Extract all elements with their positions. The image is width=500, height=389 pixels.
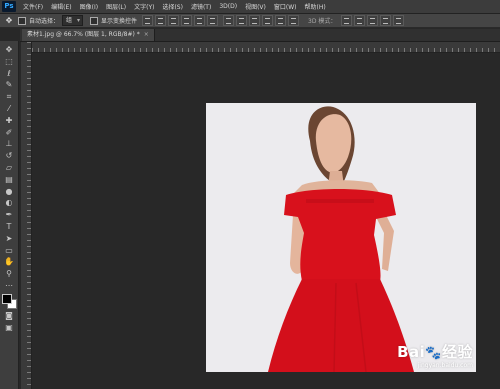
- distribute-hcenter-icon[interactable]: [275, 15, 287, 26]
- auto-select-checkbox[interactable]: [18, 16, 26, 25]
- quick-mask-icon[interactable]: ◙: [3, 310, 16, 321]
- tools-panel: ✥ ⬚ ℓ ✎ ⌗ ⁄ ✚ ✐ ⊥ ↺ ▱ ▤ ● ◐ ✒ T ➤ ▭ ✋ ⚲ …: [0, 41, 19, 389]
- marquee-icon[interactable]: ⬚: [3, 56, 16, 67]
- baidu-jingyan-logo: Bai🐾经验: [397, 343, 473, 361]
- blur-icon[interactable]: ●: [3, 186, 16, 197]
- hand-icon[interactable]: ✋: [3, 256, 16, 267]
- menu-3d[interactable]: 3D(D): [215, 3, 241, 10]
- healing-icon[interactable]: ✚: [3, 115, 16, 126]
- 3d-mode-label: 3D 模式：: [308, 18, 337, 25]
- brush-icon[interactable]: ✐: [3, 127, 16, 138]
- distribute-right-icon[interactable]: [288, 15, 300, 26]
- 3d-drag-icon[interactable]: [367, 15, 379, 26]
- move-icon[interactable]: ✥: [3, 16, 15, 26]
- menu-filter[interactable]: 滤镜(T): [187, 2, 215, 11]
- dodge-icon[interactable]: ◐: [3, 197, 16, 208]
- menu-type[interactable]: 文字(Y): [130, 2, 158, 11]
- model-photo: [206, 103, 476, 372]
- align-buttons: [142, 15, 300, 26]
- menu-help[interactable]: 帮助(H): [301, 2, 330, 11]
- more-tools-icon[interactable]: ⋯: [3, 280, 16, 291]
- photoshop-logo: Ps: [2, 1, 16, 12]
- vertical-ruler[interactable]: [21, 42, 32, 389]
- 3d-rotate-icon[interactable]: [341, 15, 353, 26]
- foreground-color-swatch[interactable]: [2, 293, 12, 304]
- menu-view[interactable]: 视图(V): [241, 2, 270, 11]
- align-left-icon[interactable]: [181, 15, 193, 26]
- baidu-watermark: Bai🐾经验 jingyan.baidu.com: [397, 341, 473, 369]
- document-image[interactable]: Bai🐾经验 jingyan.baidu.com: [206, 103, 476, 372]
- align-bottom-icon[interactable]: [168, 15, 180, 26]
- distribute-top-icon[interactable]: [223, 15, 235, 26]
- eraser-icon[interactable]: ▱: [3, 162, 16, 173]
- align-top-icon[interactable]: [142, 15, 154, 26]
- align-right-icon[interactable]: [207, 15, 219, 26]
- document-tab-bar: 素材1.jpg @ 66.7% (图层 1, RGB/8#) * ×: [20, 29, 500, 42]
- clone-stamp-icon[interactable]: ⊥: [3, 138, 16, 149]
- color-swatches[interactable]: [2, 293, 17, 309]
- lasso-icon[interactable]: ℓ: [3, 68, 16, 79]
- 3d-slide-icon[interactable]: [380, 15, 392, 26]
- distribute-left-icon[interactable]: [262, 15, 274, 26]
- align-vcenter-icon[interactable]: [155, 15, 167, 26]
- type-icon[interactable]: T: [3, 221, 16, 232]
- move-icon[interactable]: ✥: [3, 44, 16, 55]
- 3d-scale-icon[interactable]: [393, 15, 405, 26]
- quick-select-icon[interactable]: ✎: [3, 79, 16, 90]
- shape-icon[interactable]: ▭: [3, 245, 16, 256]
- history-brush-icon[interactable]: ↺: [3, 150, 16, 161]
- align-hcenter-icon[interactable]: [194, 15, 206, 26]
- 3d-roll-icon[interactable]: [354, 15, 366, 26]
- zoom-icon[interactable]: ⚲: [3, 268, 16, 279]
- pen-icon[interactable]: ✒: [3, 209, 16, 220]
- screen-mode-icon[interactable]: ▣: [3, 322, 16, 333]
- menu-edit[interactable]: 编辑(E): [47, 2, 75, 11]
- close-icon[interactable]: ×: [144, 31, 149, 38]
- crop-icon[interactable]: ⌗: [3, 91, 16, 102]
- gradient-icon[interactable]: ▤: [3, 174, 16, 185]
- auto-select-label: 自动选择：: [29, 18, 60, 25]
- 3d-mode-buttons: [341, 15, 405, 26]
- menu-select[interactable]: 选择(S): [158, 2, 187, 11]
- distribute-vcenter-icon[interactable]: [236, 15, 248, 26]
- document-tab-title: 素材1.jpg @ 66.7% (图层 1, RGB/8#) *: [27, 31, 140, 38]
- distribute-bottom-icon[interactable]: [249, 15, 261, 26]
- document-tab[interactable]: 素材1.jpg @ 66.7% (图层 1, RGB/8#) * ×: [22, 29, 155, 41]
- options-bar: ✥ 自动选择： 组 显示变换控件 3D 模式：: [0, 14, 500, 28]
- watermark-url: jingyan.baidu.com: [417, 362, 473, 369]
- menu-window[interactable]: 窗口(W): [270, 2, 301, 11]
- auto-select-dropdown[interactable]: 组: [62, 15, 84, 26]
- menu-image[interactable]: 图像(I): [76, 2, 102, 11]
- show-transform-checkbox[interactable]: [90, 16, 99, 25]
- path-select-icon[interactable]: ➤: [3, 233, 16, 244]
- horizontal-ruler[interactable]: [32, 42, 500, 53]
- menu-bar: Ps 文件(F) 编辑(E) 图像(I) 图层(L) 文字(Y) 选择(S) 滤…: [0, 0, 500, 14]
- eyedropper-icon[interactable]: ⁄: [3, 103, 16, 114]
- show-transform-label: 显示变换控件: [101, 18, 138, 25]
- menu-file[interactable]: 文件(F): [19, 2, 47, 11]
- menu-layer[interactable]: 图层(L): [102, 2, 130, 11]
